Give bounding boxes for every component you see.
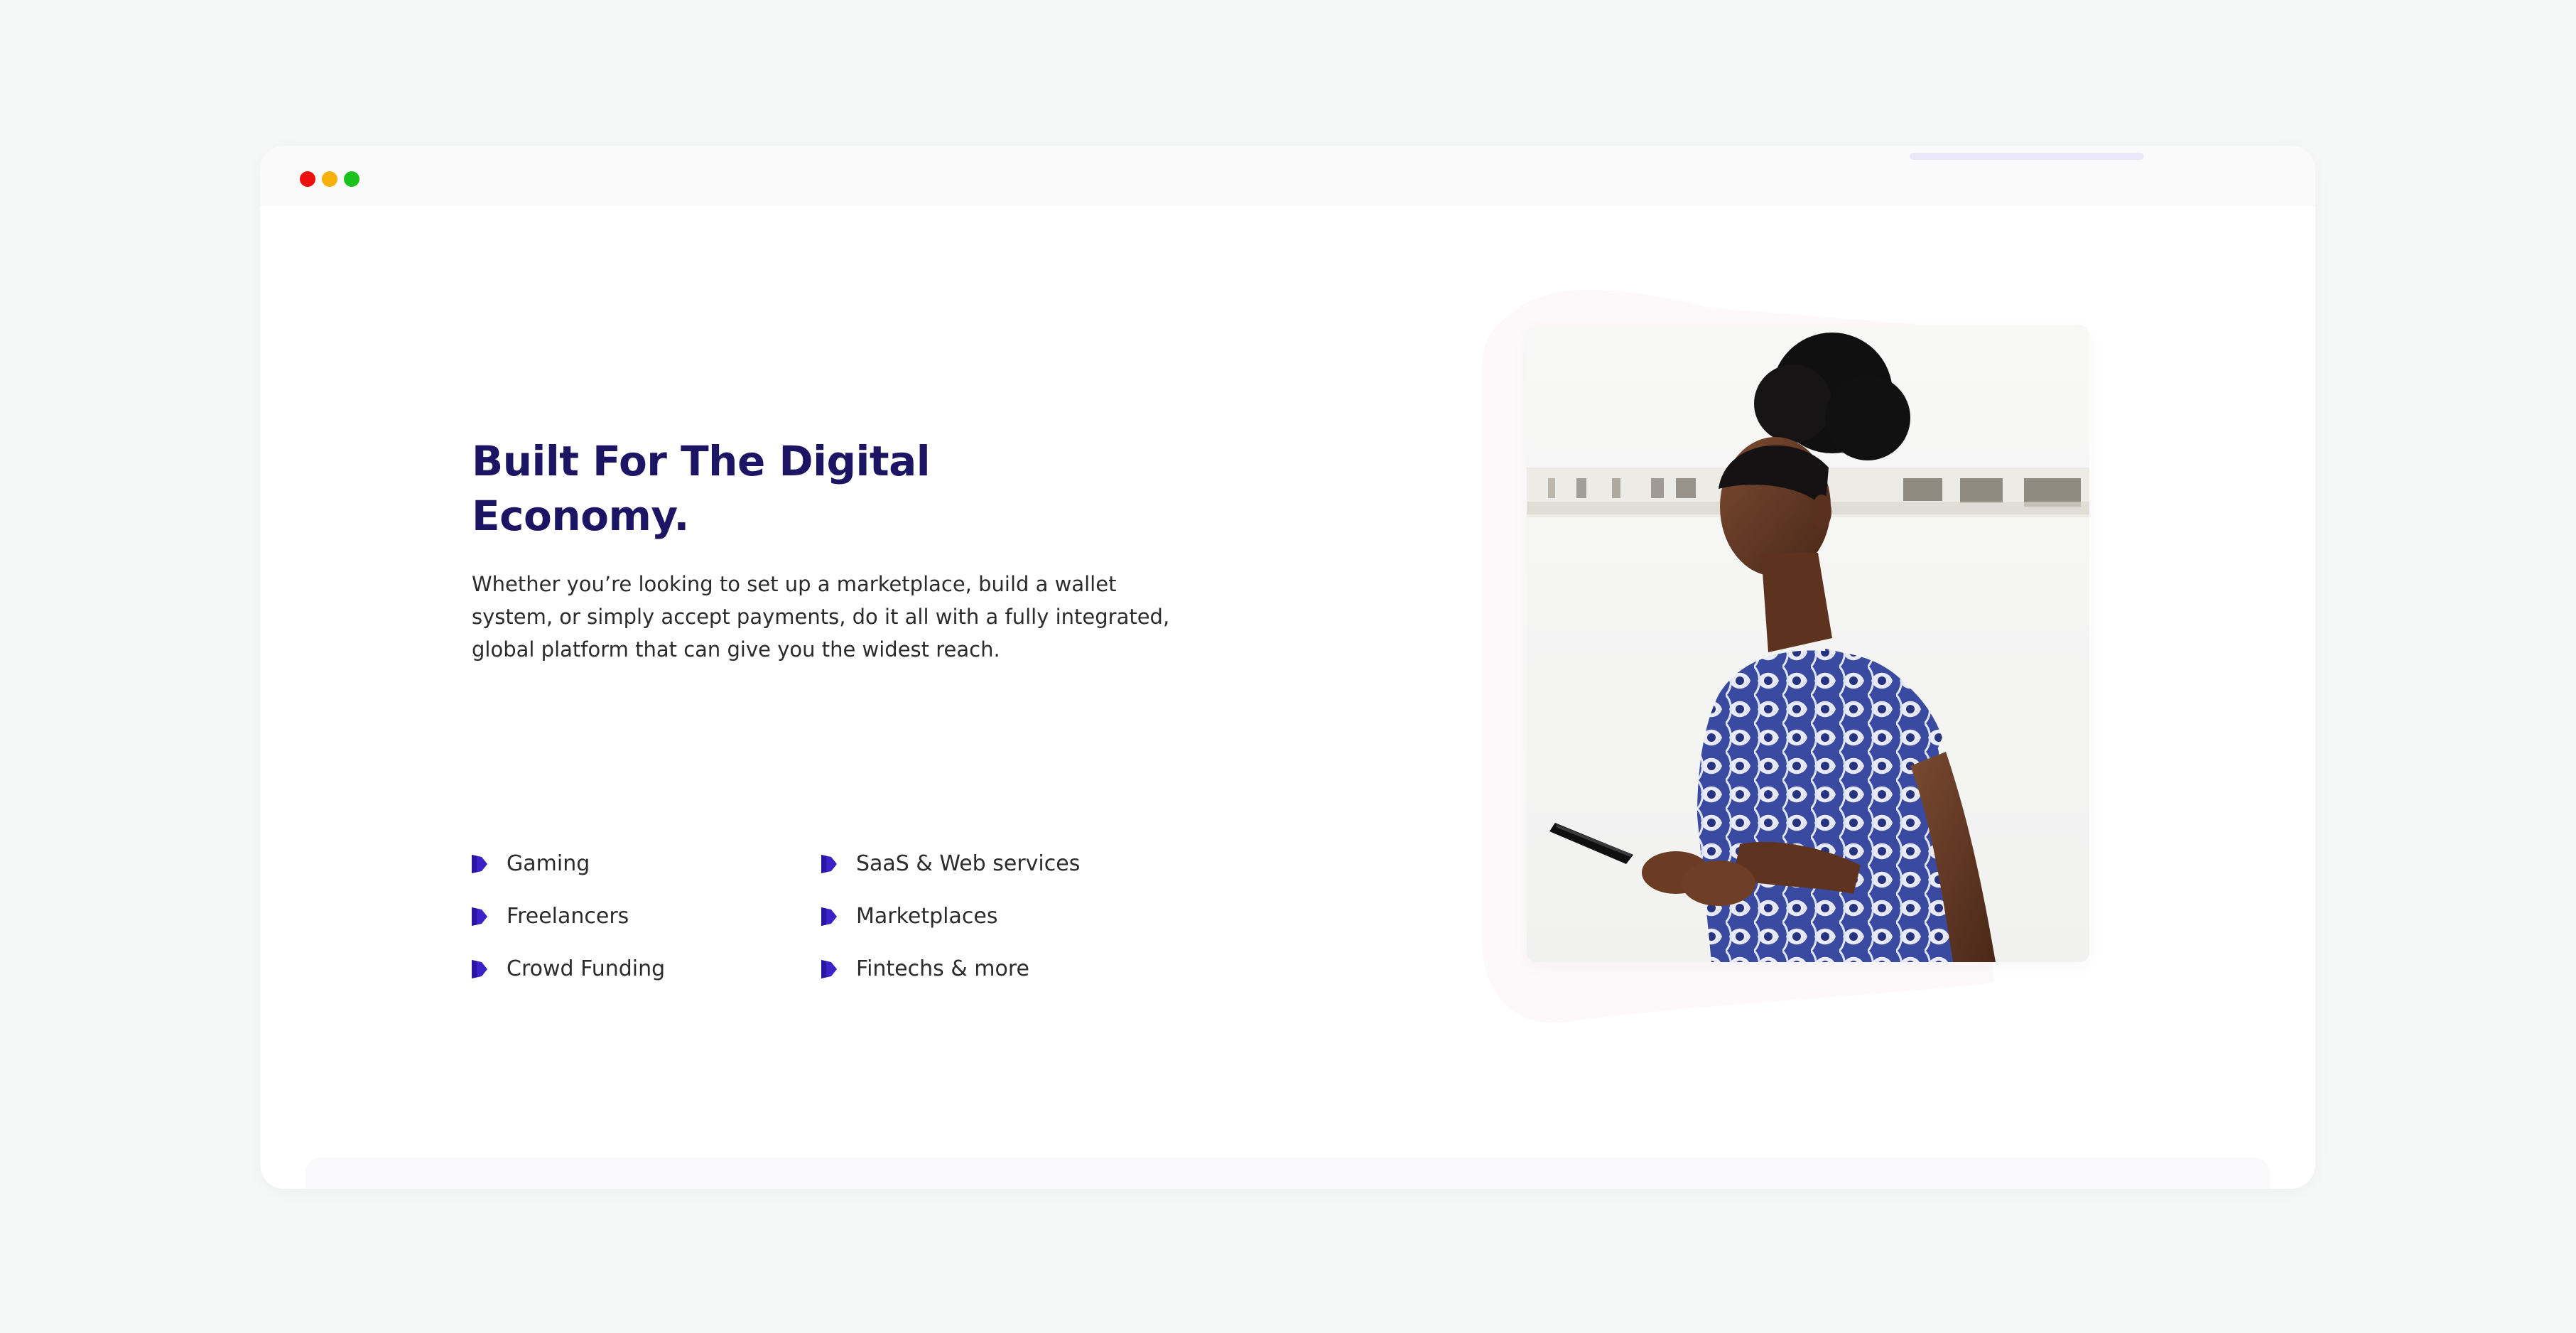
- flag-bullet-icon: [821, 960, 837, 978]
- hero-description-line-3: global platform that can give you the wi…: [472, 637, 1000, 662]
- feature-label: SaaS & Web services: [856, 851, 1081, 876]
- hero-description-line-2: system, or simply accept payments, do it…: [472, 605, 1170, 629]
- titlebar-decoration: [1910, 153, 2144, 160]
- window-titlebar: [260, 146, 2315, 206]
- hero-title: Built For The Digital Economy.: [472, 434, 1012, 544]
- feature-label: Fintechs & more: [856, 956, 1029, 981]
- hero-title-line-1: Built For The Digital: [472, 437, 931, 485]
- close-window-dot[interactable]: [300, 171, 315, 187]
- flag-bullet-icon: [821, 855, 837, 873]
- flag-bullet-icon: [472, 855, 487, 873]
- maximize-window-dot[interactable]: [344, 171, 359, 187]
- feature-item-fintechs: Fintechs & more: [821, 955, 1029, 983]
- feature-label: Crowd Funding: [507, 956, 666, 981]
- flag-bullet-icon: [821, 907, 837, 926]
- feature-item-saas-web-services: SaaS & Web services: [821, 850, 1080, 878]
- feature-label: Marketplaces: [856, 904, 998, 929]
- woman-using-smartphone-photo: [1527, 325, 2089, 962]
- feature-label: Gaming: [507, 851, 590, 876]
- feature-item-marketplaces: Marketplaces: [821, 902, 997, 931]
- hero-description: Whether you’re looking to set up a marke…: [472, 568, 1182, 666]
- browser-window: Built For The Digital Economy. Whether y…: [260, 146, 2315, 1189]
- hero-title-line-2: Economy.: [472, 492, 689, 540]
- flag-bullet-icon: [472, 960, 487, 978]
- minimize-window-dot[interactable]: [322, 171, 337, 187]
- flag-bullet-icon: [472, 907, 487, 926]
- feature-item-freelancers: Freelancers: [472, 902, 629, 931]
- feature-item-gaming: Gaming: [472, 850, 590, 878]
- feature-label: Freelancers: [507, 904, 629, 929]
- photo-illustration: [1527, 325, 2089, 962]
- bottom-section-edge: [305, 1157, 2270, 1189]
- hero-description-line-1: Whether you’re looking to set up a marke…: [472, 572, 1117, 596]
- feature-item-crowd-funding: Crowd Funding: [472, 955, 665, 983]
